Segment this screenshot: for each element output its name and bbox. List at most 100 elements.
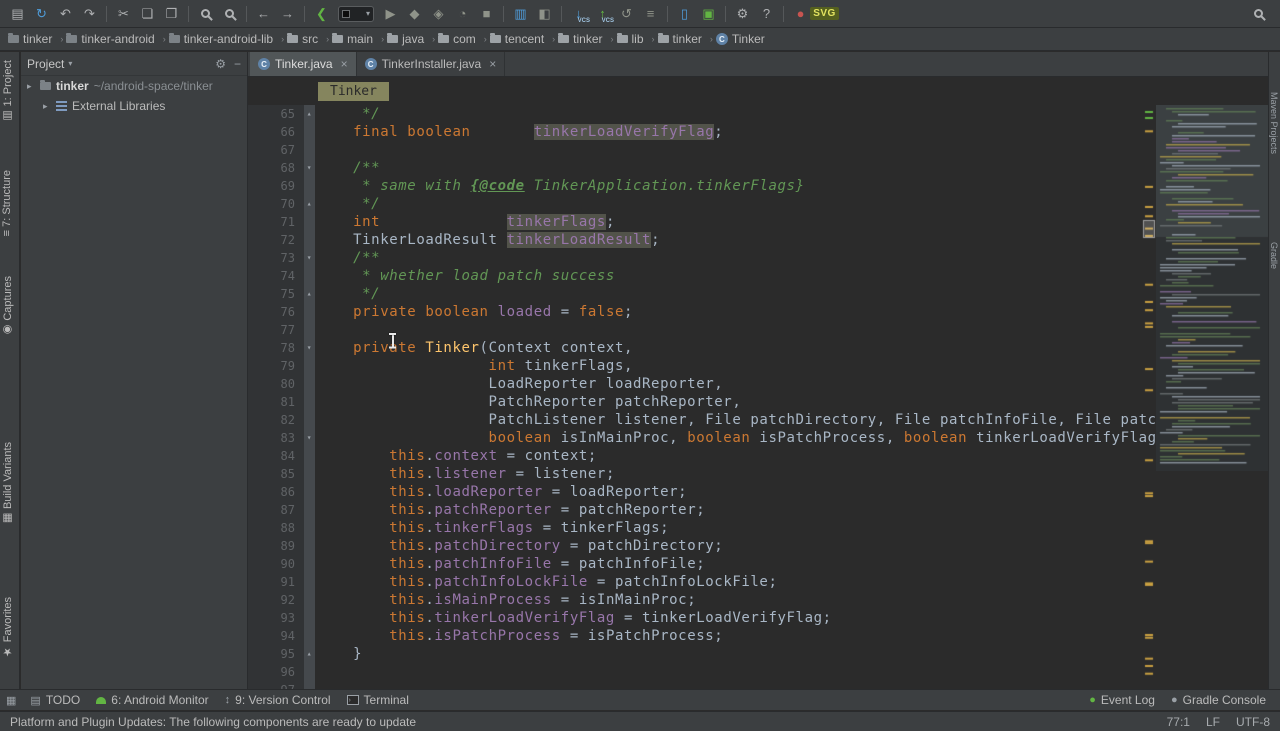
code-line-text[interactable]: this.isMainProcess = isInMainProc; (315, 591, 696, 609)
cut-icon[interactable]: ✂ (112, 3, 135, 25)
vcs-commit-icon[interactable]: ↑ VCS (591, 3, 614, 25)
run-icon[interactable]: ▶ (379, 3, 402, 25)
code-line-text[interactable]: LoadReporter loadReporter, (315, 375, 723, 393)
help-icon[interactable]: ? (755, 3, 778, 25)
code-line-text[interactable] (315, 663, 317, 681)
sync-project-icon[interactable]: ↻ (30, 3, 53, 25)
expand-arrow-icon[interactable]: ▸ (27, 81, 35, 92)
code-line-text[interactable] (315, 321, 317, 339)
fold-marker-icon[interactable]: ▾ (304, 249, 315, 267)
collapse-all-icon[interactable]: − (234, 57, 241, 71)
tool-window-button-9-version-control[interactable]: ↕ 9: Version Control (217, 693, 339, 707)
vcs-history-icon[interactable]: ≡ (639, 3, 662, 25)
make-project-icon[interactable]: ❮ (310, 3, 333, 25)
android-monitor-icon[interactable]: ▥ (509, 3, 532, 25)
editor-tab[interactable]: C Tinker.java × (250, 52, 357, 76)
code-area[interactable]: 65 ▴ */66 final boolean tinkerLoadVerifyF… (248, 105, 1268, 689)
breadcrumb-item[interactable]: tencent › (489, 32, 555, 46)
code-line-text[interactable] (315, 681, 317, 689)
fold-marker-icon[interactable]: ▴ (304, 645, 315, 663)
navigate-forward-icon[interactable]: → (276, 3, 299, 25)
breadcrumb-item[interactable]: tinker › (8, 32, 63, 46)
code-line-text[interactable]: TinkerLoadResult tinkerLoadResult; (315, 231, 660, 249)
breadcrumb-item[interactable]: lib › (616, 32, 655, 46)
code-line-text[interactable]: private boolean loaded = false; (315, 303, 633, 321)
class-breadcrumb-chip[interactable]: Tinker (318, 81, 389, 101)
code-line-text[interactable]: */ (315, 195, 380, 213)
run-with-coverage-icon[interactable]: ◈ (427, 3, 450, 25)
tool-tab-1-project[interactable]: ▤ 1: Project (1, 60, 14, 123)
project-root-item[interactable]: ▸ tinker ~/android-space/tinker (21, 76, 247, 96)
svg-plugin-icon[interactable]: SVG (810, 3, 839, 25)
close-icon[interactable]: × (489, 57, 496, 71)
avd-manager-icon[interactable]: ▯ (673, 3, 696, 25)
copy-icon[interactable]: ❏ (136, 3, 159, 25)
code-line-text[interactable]: PatchReporter patchReporter, (315, 393, 741, 411)
undo-icon[interactable]: ↶ (54, 3, 77, 25)
close-icon[interactable]: × (341, 57, 348, 71)
tool-tab-gradle[interactable]: Gradle (1269, 242, 1279, 269)
toolwindow-toggle-icon[interactable]: ▦ (6, 694, 16, 707)
code-line-text[interactable]: this.patchInfoLockFile = patchInfoLockFi… (315, 573, 778, 591)
redo-icon[interactable]: ↷ (78, 3, 101, 25)
open-project-icon[interactable]: ▤ (6, 3, 29, 25)
tool-window-button-terminal[interactable]: › Terminal (339, 693, 417, 707)
code-line-text[interactable]: this.tinkerLoadVerifyFlag = tinkerLoadVe… (315, 609, 832, 627)
status-widget[interactable]: UTF-8 (1236, 715, 1270, 729)
code-line-text[interactable]: boolean isInMainProc, boolean isPatchPro… (315, 429, 1184, 447)
vcs-revert-icon[interactable]: ↺ (615, 3, 638, 25)
code-line-text[interactable]: this.tinkerFlags = tinkerFlags; (315, 519, 669, 537)
external-libraries-item[interactable]: ▸ External Libraries (21, 96, 247, 116)
tool-window-button-todo[interactable]: ▤ TODO (22, 693, 88, 707)
code-line-text[interactable]: * same with {@code TinkerApplication.tin… (315, 177, 805, 195)
code-line-text[interactable]: this.loadReporter = loadReporter; (315, 483, 687, 501)
code-line-text[interactable]: int tinkerFlags, (315, 357, 633, 375)
code-line-text[interactable]: this.isPatchProcess = isPatchProcess; (315, 627, 723, 645)
code-line-text[interactable]: this.listener = listener; (315, 465, 615, 483)
fold-marker-icon[interactable]: ▴ (304, 105, 315, 123)
code-line-text[interactable]: PatchListener listener, File patchDirect… (315, 411, 1268, 429)
status-widget[interactable]: 77:1 (1167, 715, 1190, 729)
gear-icon[interactable]: ⚙ (215, 57, 226, 71)
chevron-down-icon[interactable]: ▾ (68, 59, 72, 68)
debug-icon[interactable]: ◆ (403, 3, 426, 25)
sdk-manager-icon[interactable]: ▣ (697, 3, 720, 25)
tool-window-button-6-android-monitor[interactable]: 6: Android Monitor (88, 693, 216, 707)
tool-window-button-gradle-console[interactable]: ● Gradle Console (1163, 693, 1274, 707)
code-line-text[interactable]: this.patchDirectory = patchDirectory; (315, 537, 723, 555)
code-line-text[interactable]: */ (315, 105, 380, 123)
code-line-text[interactable]: int tinkerFlags; (315, 213, 615, 231)
code-line-text[interactable]: private Tinker(Context context, (315, 339, 633, 357)
code-line-text[interactable] (315, 141, 317, 159)
code-line-text[interactable]: /** (315, 249, 380, 267)
fold-marker-icon[interactable]: ▾ (304, 339, 315, 357)
find-in-path-icon[interactable] (218, 3, 241, 25)
breadcrumb-item[interactable]: tinker-android-lib › (168, 32, 284, 46)
tool-window-button-event-log[interactable]: ● Event Log (1081, 693, 1163, 707)
fold-marker-icon[interactable]: ▴ (304, 195, 315, 213)
tool-tab-maven-projects[interactable]: Maven Projects (1269, 92, 1279, 154)
expand-arrow-icon[interactable]: ▸ (43, 101, 51, 112)
code-line-text[interactable]: /** (315, 159, 380, 177)
breadcrumb-item[interactable]: java › (387, 32, 435, 46)
minimap[interactable] (1156, 105, 1268, 471)
tool-tab-7-structure[interactable]: ≡ 7: Structure (1, 170, 13, 236)
run-configurations[interactable]: ▾ (334, 3, 378, 25)
breadcrumb-item[interactable]: tinker › (657, 32, 713, 46)
tool-tab-build-variants[interactable]: ▦ Build Variants (1, 442, 14, 525)
paste-icon[interactable]: ❐ (160, 3, 183, 25)
tool-tab-favorites[interactable]: ★ Favorites (1, 597, 14, 658)
search-everywhere-icon[interactable] (1247, 3, 1270, 25)
code-line-text[interactable]: this.patchInfoFile = patchInfoFile; (315, 555, 705, 573)
breadcrumb-item[interactable]: com › (438, 32, 487, 46)
profile-icon[interactable]: ◔ (451, 3, 474, 25)
breadcrumb-item[interactable]: main › (332, 32, 384, 46)
code-line-text[interactable]: this.patchReporter = patchReporter; (315, 501, 705, 519)
code-line-text[interactable]: this.context = context; (315, 447, 597, 465)
record-screen-icon[interactable]: ● (789, 3, 812, 25)
code-line-text[interactable]: } (315, 645, 362, 663)
fold-marker-icon[interactable]: ▾ (304, 429, 315, 447)
status-widget[interactable]: LF (1206, 715, 1220, 729)
settings-icon[interactable]: ⚙ (731, 3, 754, 25)
project-panel-title[interactable]: Project (27, 57, 64, 71)
